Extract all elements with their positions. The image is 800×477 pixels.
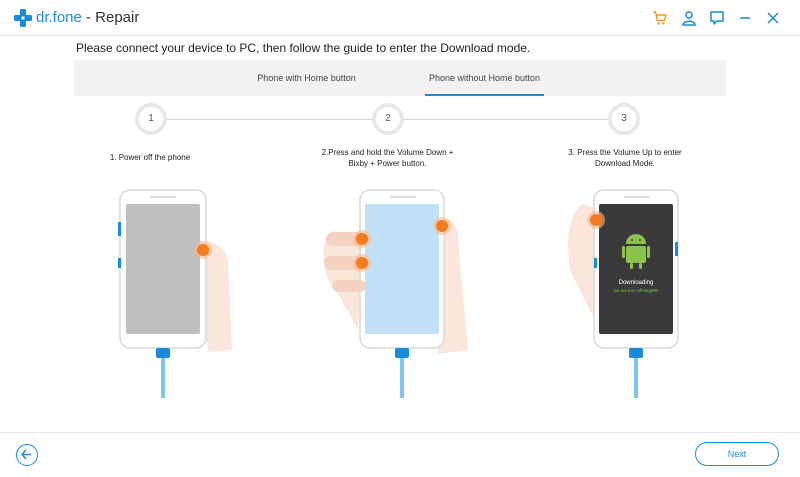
phone-1-illustration	[118, 189, 232, 398]
downloading-label: Downloading	[619, 280, 654, 286]
phone-3-illustration: Downloading Do not turn off target!!!	[568, 189, 679, 398]
minimize-icon[interactable]	[737, 10, 753, 26]
instruction-text: Please connect your device to PC, then f…	[76, 41, 531, 55]
back-button[interactable]	[16, 444, 38, 466]
next-button[interactable]: Next	[695, 442, 779, 466]
step-1-circle: 1	[135, 103, 167, 135]
step-2-text: 2.Press and hold the Volume Down + Bixby…	[321, 148, 454, 168]
close-icon[interactable]	[765, 10, 781, 26]
footer-bar	[0, 432, 800, 477]
step-connector	[404, 119, 608, 120]
app-title: - Repair	[86, 9, 140, 26]
step-3-circle: 3	[608, 103, 640, 135]
step-connector	[167, 119, 372, 120]
arrow-left-icon	[20, 449, 31, 460]
brand-name: dr.fone	[36, 9, 82, 26]
phone-type-tabs: Phone with Home button Phone without Hom…	[74, 60, 726, 96]
cart-icon[interactable]	[652, 10, 668, 26]
title-bar: dr.fone - Repair	[0, 0, 800, 36]
tab-phone-without-home-button[interactable]: Phone without Home button	[425, 60, 544, 96]
tab-phone-with-home-button[interactable]: Phone with Home button	[224, 60, 389, 96]
user-icon[interactable]	[681, 10, 697, 26]
drfone-logo-icon	[14, 9, 32, 27]
step-1-text: 1. Power off the phone	[109, 153, 191, 162]
step-3-text: 3. Press the Volume Up to enter Download…	[568, 148, 682, 168]
phone-2-illustration	[323, 189, 468, 398]
feedback-icon[interactable]	[709, 10, 725, 26]
warning-label: Do not turn off target!!!	[614, 288, 659, 293]
step-2-circle: 2	[372, 103, 404, 135]
